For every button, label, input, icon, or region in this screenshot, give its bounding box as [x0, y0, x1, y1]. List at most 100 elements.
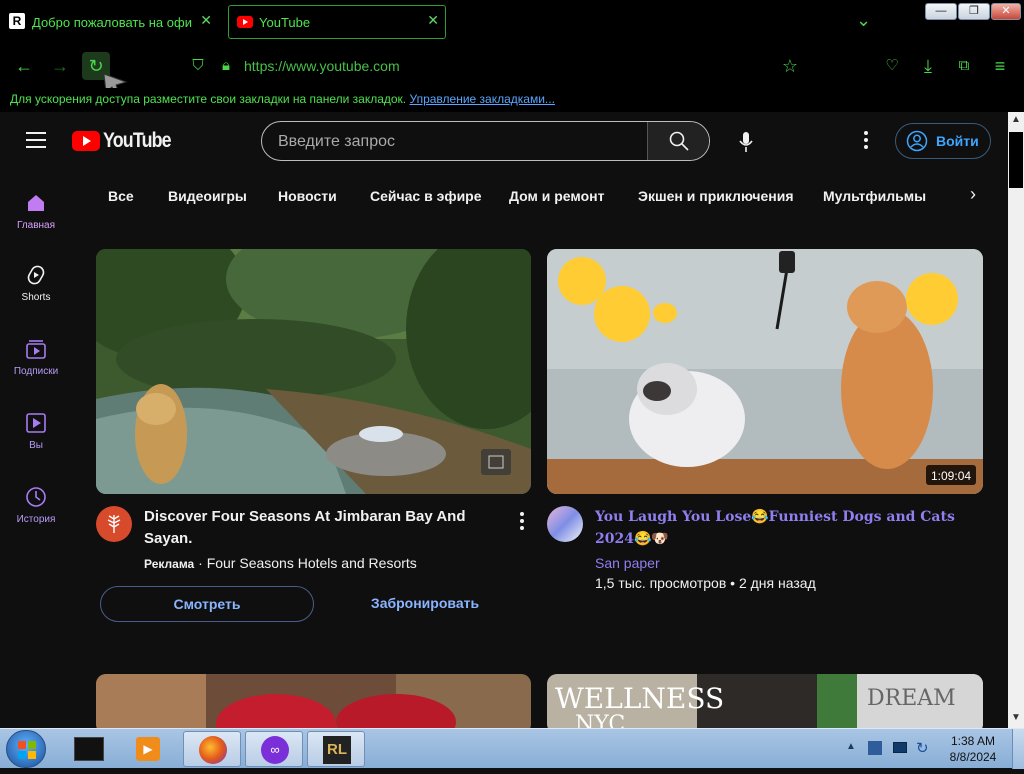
you-icon [26, 413, 46, 433]
microphone-icon[interactable] [738, 131, 754, 153]
scroll-up-icon[interactable]: ▲ [1011, 114, 1021, 125]
advertiser-name[interactable]: Four Seasons Hotels and Resorts [207, 555, 417, 571]
taskbar-item-vpn[interactable]: ∞ [245, 731, 303, 767]
bookmarks-bar: Для ускорения доступа разместите свои за… [0, 88, 1024, 112]
back-icon[interactable]: ← [12, 54, 36, 78]
leaf-icon [107, 515, 121, 533]
ad-title[interactable]: Discover Four Seasons At Jimbaran Bay An… [144, 506, 484, 550]
url-bar[interactable]: https://www.youtube.com [244, 58, 400, 74]
hamburger-menu-icon[interactable] [26, 132, 46, 148]
close-icon[interactable]: ✕ [200, 12, 212, 29]
browser-navbar: ← → ↻ ⛉ 🔒︎ https://www.youtube.com ☆ ♡ ⤓… [0, 44, 1024, 98]
watch-button[interactable]: Смотреть [100, 586, 314, 622]
shorts-icon [27, 265, 45, 285]
sidebar-item-label: Вы [29, 440, 43, 451]
bookmark-star-icon[interactable]: ☆ [778, 54, 802, 78]
more-options-icon[interactable] [864, 131, 868, 149]
chip-news[interactable]: Новости [278, 188, 337, 204]
menu-icon[interactable]: ≡ [988, 54, 1012, 78]
video-title[interactable]: You Laugh You Lose😂Funniest Dogs and Cat… [595, 506, 975, 550]
lower-thumb-text: NYC [575, 712, 626, 728]
forward-icon[interactable]: → [48, 54, 72, 78]
lower-thumbnail-1[interactable] [96, 674, 531, 728]
lower-thumbnail-2[interactable]: WELLNESS NYC DREAM [547, 674, 983, 728]
clock-date: 8/8/2024 [949, 750, 997, 764]
tray-monitor-icon[interactable] [893, 742, 907, 753]
sidebar-item-label: История [16, 514, 56, 525]
scroll-down-icon[interactable]: ▼ [1011, 712, 1021, 723]
lower-thumbnail-1-image [96, 674, 531, 728]
tray-network-icon[interactable] [868, 741, 882, 755]
taskbar-item-media[interactable]: ▶ [120, 731, 178, 767]
manage-bookmarks-link[interactable]: Управление закладками... [409, 92, 554, 106]
youtube-logo-text: YouTube [103, 129, 172, 152]
signin-button[interactable]: Войти [895, 123, 991, 159]
vpn-mask-icon: ∞ [261, 736, 289, 764]
sidebar-item-shorts[interactable]: Shorts [0, 264, 72, 303]
advertiser-avatar[interactable] [96, 506, 132, 542]
taskbar: ▶ ∞ RL ▲ ↻ 1:38 AM 8/8/2024 [0, 728, 1024, 769]
video-duration: 1:09:04 [931, 469, 972, 483]
chip-videogames[interactable]: Видеоигры [168, 188, 247, 204]
search-icon [669, 131, 689, 151]
firefox-icon [199, 736, 227, 764]
chip-cartoons[interactable]: Мультфильмы [823, 188, 926, 204]
terminal-icon [74, 737, 104, 761]
account-icon [906, 130, 928, 152]
sidebar-item-history[interactable]: История [0, 486, 72, 525]
tab-list-icon[interactable]: ⌄ [856, 10, 871, 31]
lower-thumb-green-panel [817, 674, 857, 728]
start-button[interactable] [6, 730, 46, 768]
search-button[interactable] [647, 122, 709, 160]
tab-title: YouTube [259, 14, 311, 30]
ad-thumbnail[interactable] [96, 249, 531, 494]
scrollbar-thumb[interactable] [1009, 132, 1023, 188]
page-scrollbar[interactable]: ▲ ▼ [1008, 112, 1024, 728]
close-icon[interactable]: ✕ [427, 12, 439, 29]
show-desktop-button[interactable] [1012, 729, 1024, 769]
book-label: Забронировать [370, 595, 480, 611]
tab-welcome[interactable]: Добро пожаловать на официа ✕ [6, 6, 218, 38]
tab-youtube[interactable]: YouTube ✕ [228, 5, 446, 39]
channel-name[interactable]: San paper [595, 555, 660, 571]
video-thumbnail[interactable]: 1:09:04 [547, 249, 983, 494]
restore-button[interactable]: ❐ [958, 3, 990, 20]
ad-badge: Реклама [144, 557, 195, 571]
browser-tabbar: R Добро пожаловать на официа ✕ YouTube ✕… [0, 0, 1024, 44]
youtube-logo[interactable]: YouTube [72, 129, 183, 152]
minimize-button[interactable]: — [925, 3, 957, 20]
sidebar-item-you[interactable]: Вы [0, 412, 72, 451]
search-input[interactable]: Введите запрос [278, 133, 395, 151]
download-icon[interactable]: ⤓ [916, 54, 940, 78]
search-box[interactable]: Введите запрос [261, 121, 710, 161]
channel-avatar[interactable] [547, 506, 583, 542]
pocket-icon[interactable]: ♡ [880, 54, 904, 78]
extensions-icon[interactable]: ⧉ [952, 54, 976, 78]
chips-next-icon[interactable]: › [970, 184, 976, 205]
tray-expand-icon[interactable]: ▲ [846, 741, 856, 752]
taskbar-item-terminal[interactable] [60, 731, 118, 767]
chip-all[interactable]: Все [108, 188, 134, 204]
ad-more-icon[interactable] [520, 512, 524, 530]
sidebar-item-label: Shorts [21, 292, 51, 303]
shield-icon[interactable]: ⛉ [186, 54, 210, 78]
lower-thumb-text: WELLNESS [555, 682, 725, 715]
close-window-button[interactable]: ✕ [991, 3, 1021, 20]
chip-action-adventure[interactable]: Экшен и приключения [638, 188, 794, 204]
clock-time: 1:38 AM [950, 734, 996, 748]
tab-title: Добро пожаловать на официа [32, 14, 192, 30]
chip-live[interactable]: Сейчас в эфире [370, 188, 482, 204]
taskbar-item-browser[interactable]: RL [307, 731, 365, 767]
history-icon [26, 487, 46, 507]
book-button[interactable]: Забронировать [318, 586, 532, 622]
chip-home-repair[interactable]: Дом и ремонт [509, 188, 604, 204]
clock[interactable]: 1:38 AM 8/8/2024 [940, 733, 1006, 765]
tray-sync-icon[interactable]: ↻ [916, 739, 929, 757]
video-thumbnail-image [547, 249, 983, 494]
video-stats: 1,5 тыс. просмотров • 2 дня назад [595, 575, 816, 591]
youtube-page: YouTube Введите запрос Войти Все Видеоиг… [0, 112, 1008, 728]
sidebar-item-subscriptions[interactable]: Подписки [0, 338, 72, 377]
taskbar-item-firefox[interactable] [183, 731, 241, 767]
sidebar-item-home[interactable]: Главная [0, 192, 72, 231]
browser-r-icon: RL [323, 736, 351, 764]
